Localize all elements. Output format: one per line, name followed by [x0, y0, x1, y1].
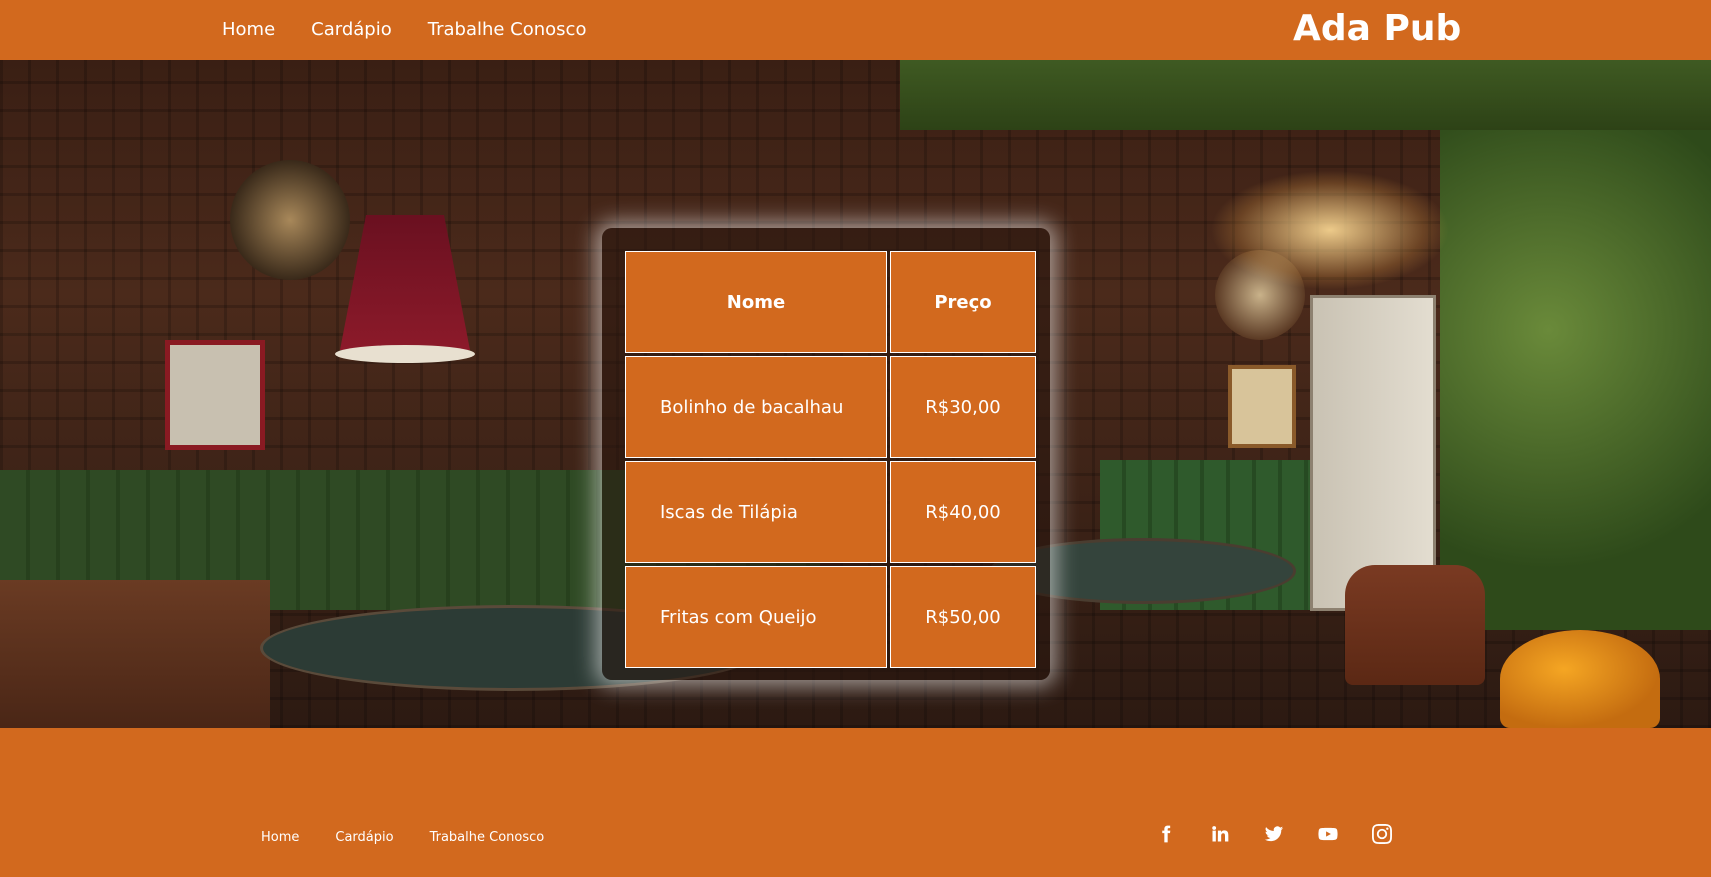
- menu-item-price: R$40,00: [890, 461, 1036, 563]
- menu-item-name: Fritas com Queijo: [625, 566, 887, 668]
- instagram-icon[interactable]: [1371, 823, 1393, 845]
- column-header-name: Nome: [625, 251, 887, 353]
- table-row: Fritas com Queijo R$50,00: [625, 566, 1036, 668]
- footer-trabalhe-conosco-link[interactable]: Trabalhe Conosco: [430, 830, 545, 845]
- main-nav: Home Cardápio Trabalhe Conosco: [222, 0, 622, 58]
- facebook-icon[interactable]: [1155, 823, 1177, 845]
- menu-table: Nome Preço Bolinho de bacalhau R$30,00 I…: [622, 248, 1039, 671]
- social-links: [1155, 823, 1425, 845]
- table-row: Bolinho de bacalhau R$30,00: [625, 356, 1036, 458]
- menu-header-row: Nome Preço: [625, 251, 1036, 353]
- footer-home-link[interactable]: Home: [261, 830, 299, 845]
- column-header-price: Preço: [890, 251, 1036, 353]
- menu-item-price: R$30,00: [890, 356, 1036, 458]
- footer-cardapio-link[interactable]: Cardápio: [335, 830, 393, 845]
- brand-logo[interactable]: Ada Pub: [1293, 6, 1461, 52]
- nav-trabalhe-conosco-link[interactable]: Trabalhe Conosco: [428, 19, 587, 40]
- linkedin-icon[interactable]: [1209, 823, 1231, 845]
- menu-item-price: R$50,00: [890, 566, 1036, 668]
- footer-nav: Home Cardápio Trabalhe Conosco: [261, 830, 580, 845]
- twitter-icon[interactable]: [1263, 823, 1285, 845]
- menu-card: Nome Preço Bolinho de bacalhau R$30,00 I…: [602, 228, 1050, 680]
- nav-cardapio-link[interactable]: Cardápio: [311, 19, 392, 40]
- menu-item-name: Bolinho de bacalhau: [625, 356, 887, 458]
- table-row: Iscas de Tilápia R$40,00: [625, 461, 1036, 563]
- site-footer: Home Cardápio Trabalhe Conosco: [0, 728, 1711, 877]
- site-header: Home Cardápio Trabalhe Conosco Ada Pub: [0, 0, 1711, 60]
- nav-home-link[interactable]: Home: [222, 19, 275, 40]
- youtube-icon[interactable]: [1317, 823, 1339, 845]
- hero-background-image: Nome Preço Bolinho de bacalhau R$30,00 I…: [0, 60, 1711, 728]
- menu-item-name: Iscas de Tilápia: [625, 461, 887, 563]
